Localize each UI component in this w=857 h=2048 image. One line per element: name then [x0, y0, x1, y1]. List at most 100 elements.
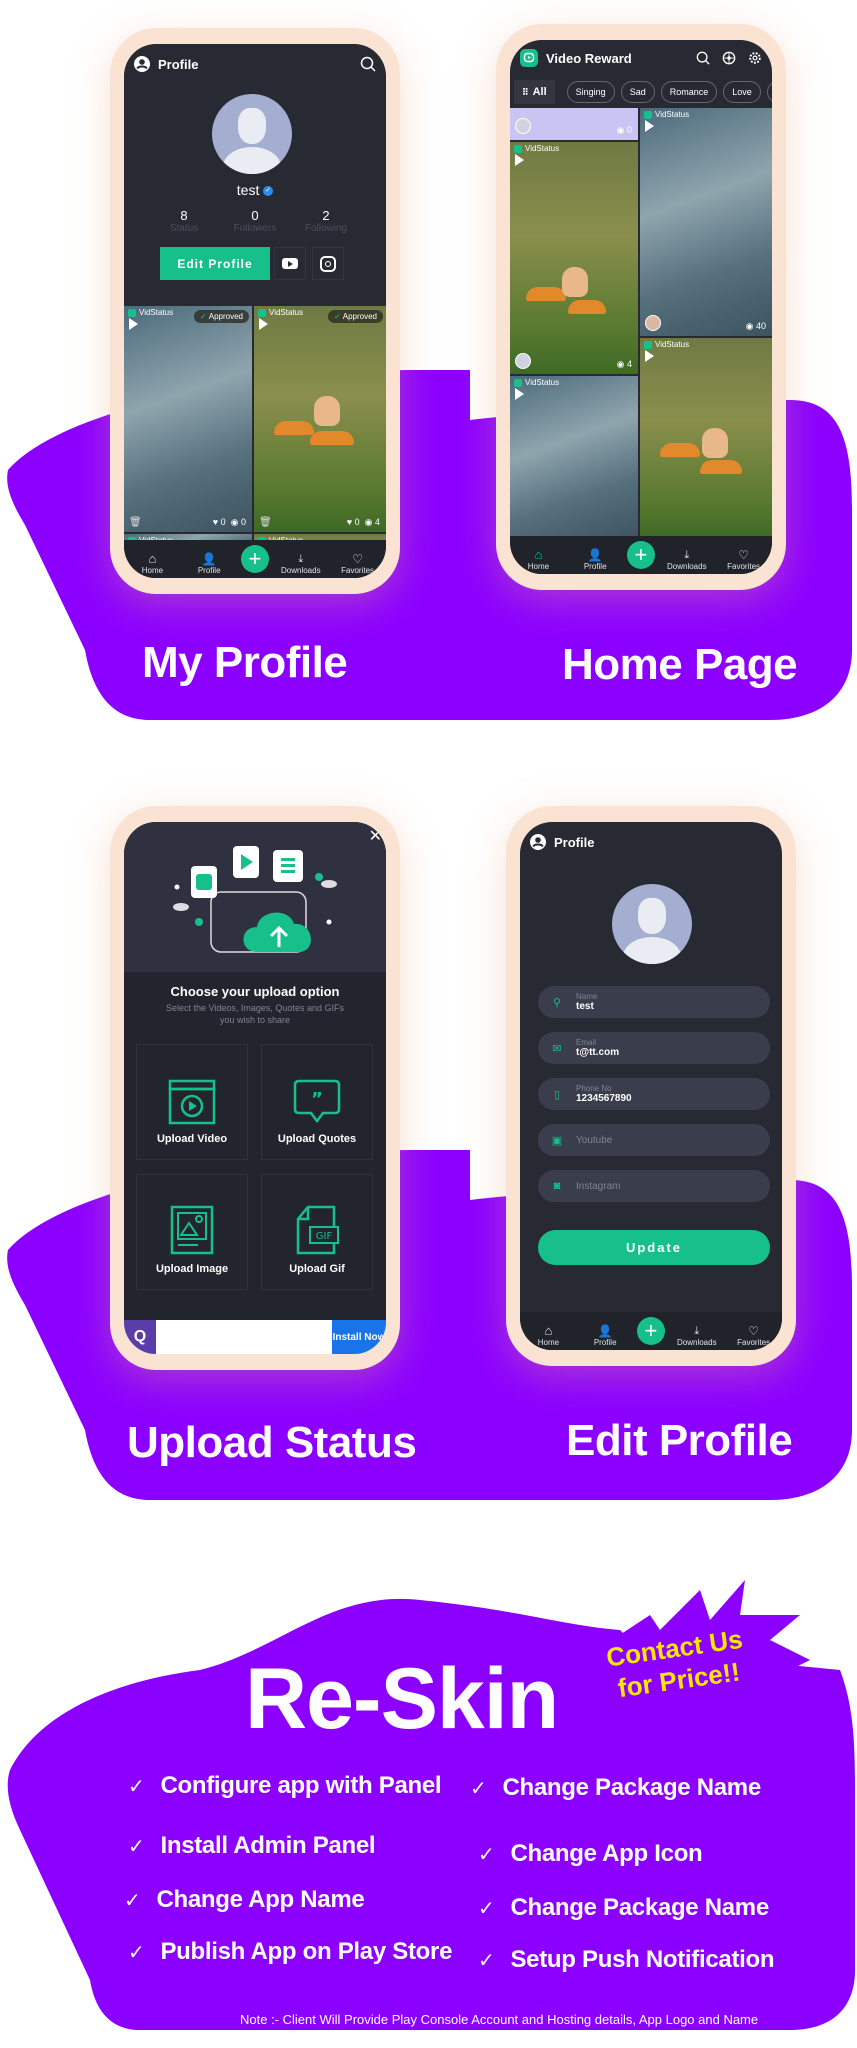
- view-count: ◉ 4: [616, 359, 632, 369]
- upload-gif-option[interactable]: GIF Upload Gif: [261, 1174, 373, 1290]
- youtube-icon: ▣: [551, 1134, 563, 1147]
- nav-downloads[interactable]: ⤓ Downloads: [662, 549, 712, 571]
- upload-illustration: ✕: [124, 822, 386, 972]
- close-icon[interactable]: ✕: [369, 826, 382, 846]
- phone-edit-profile: Profile ⚲ Name test ✉ Email t@tt.com ▯ Pho…: [506, 806, 796, 1366]
- home-screen: Video Reward ⠿ All Singing Sad Romance Lo…: [510, 40, 772, 574]
- upload-screen: ✕ Choose your upload option Select the V…: [124, 822, 386, 1354]
- category-all[interactable]: ⠿ All: [514, 80, 555, 104]
- image-icon: [170, 1205, 214, 1255]
- stat-followers[interactable]: 0 Followers: [225, 208, 285, 234]
- view-count: ◉ 4: [364, 517, 380, 527]
- add-status-button[interactable]: +: [626, 541, 655, 569]
- status-tile[interactable]: VidStatus ◉ 40: [640, 108, 772, 336]
- svg-text:”: ”: [311, 1089, 323, 1110]
- check-icon: ✓: [128, 1835, 145, 1858]
- person-icon: ⚲: [552, 996, 562, 1009]
- check-icon: ✓: [478, 1949, 495, 1972]
- nav-favorites[interactable]: ♡ Favorites: [719, 548, 769, 571]
- check-icon: ✓: [124, 1889, 141, 1912]
- downloads-icon: ⤓: [298, 553, 304, 565]
- phone-field[interactable]: ▯ Phone No 1234567890: [538, 1078, 770, 1110]
- search-icon[interactable]: [360, 56, 376, 72]
- home-topbar: Video Reward: [510, 40, 772, 76]
- bottom-nav: ⌂ Home 👤 Profile + ⤓ Downloads ♡ Favorites: [124, 540, 386, 578]
- heart-icon: ♡: [352, 552, 363, 566]
- view-count: ◉ 40: [745, 321, 766, 331]
- upload-subheading: Select the Videos, Images, Quotes and GI…: [166, 1003, 344, 1025]
- profile-icon: 👤: [597, 1324, 613, 1338]
- account-icon: [530, 834, 546, 850]
- instagram-icon: [320, 255, 336, 272]
- category-chip[interactable]: Sad: [620, 81, 655, 103]
- approved-badge: ✓Approved: [328, 310, 383, 323]
- youtube-field[interactable]: ▣ Youtube: [538, 1124, 770, 1156]
- name-field[interactable]: ⚲ Name test: [538, 986, 770, 1018]
- trash-icon[interactable]: 🗑: [129, 517, 142, 528]
- nav-profile[interactable]: 👤 Profile: [580, 1324, 630, 1347]
- feature-item: ✓ Publish App on Play Store: [128, 1938, 453, 1965]
- youtube-button[interactable]: [274, 247, 306, 280]
- nav-downloads[interactable]: ⤓ Downloads: [276, 553, 326, 575]
- status-tile[interactable]: ◉ 0: [510, 108, 638, 140]
- ad-banner[interactable]: Q Install Now: [124, 1320, 386, 1354]
- category-chip[interactable]: In: [766, 81, 772, 103]
- search-icon[interactable]: [696, 51, 710, 65]
- like-count: ♥ 0: [346, 517, 360, 527]
- app-title: Video Reward: [546, 50, 632, 66]
- profile-icon: 👤: [201, 552, 217, 566]
- nav-home[interactable]: ⌂ Home: [513, 547, 563, 571]
- status-tile[interactable]: VidStatus ◉ 4: [510, 142, 638, 374]
- add-status-button[interactable]: +: [636, 1317, 665, 1345]
- category-bar: ⠿All Singing Sad Romance Love In: [510, 78, 772, 106]
- video-icon: [168, 1079, 216, 1125]
- stat-status[interactable]: 8 Status: [154, 208, 214, 234]
- edit-profile-topbar: Profile: [520, 822, 782, 862]
- uploader-avatar: [645, 315, 661, 331]
- add-status-button[interactable]: +: [240, 545, 269, 573]
- upload-video-option[interactable]: Upload Video: [136, 1044, 248, 1160]
- check-icon: ✓: [128, 1941, 145, 1964]
- nav-favorites[interactable]: ♡ Favorites: [333, 552, 383, 575]
- edit-profile-button[interactable]: Edit Profile: [160, 247, 270, 280]
- instagram-button[interactable]: [312, 247, 344, 280]
- settings-gear-icon[interactable]: [748, 51, 762, 65]
- email-field[interactable]: ✉ Email t@tt.com: [538, 1032, 770, 1064]
- update-button[interactable]: Update: [538, 1230, 770, 1265]
- nav-downloads[interactable]: ⤓ Downloads: [672, 1325, 722, 1347]
- uploader-avatar: [515, 353, 531, 369]
- feature-item: ✓ Install Admin Panel: [128, 1832, 376, 1859]
- upload-quotes-option[interactable]: ” Upload Quotes: [261, 1044, 373, 1160]
- home-icon: ⌂: [148, 551, 157, 566]
- nav-profile[interactable]: 👤 Profile: [570, 548, 620, 571]
- nav-home[interactable]: ⌂ Home: [523, 1323, 573, 1347]
- avatar[interactable]: [612, 884, 692, 964]
- edit-profile-screen: Profile ⚲ Name test ✉ Email t@tt.com ▯ Pho…: [520, 822, 782, 1350]
- nav-favorites[interactable]: ♡ Favorites: [729, 1324, 779, 1347]
- instagram-field[interactable]: ◙ Instagram: [538, 1170, 770, 1202]
- feature-item: ✓ Change Package Name: [478, 1894, 769, 1921]
- app-logo-icon: [520, 49, 538, 67]
- label-home-page: Home Page: [562, 640, 798, 689]
- label-edit-profile: Edit Profile: [566, 1416, 793, 1465]
- status-tile[interactable]: VidStatus ✓ Approved 🗑 ♥ 0 ◉ 0: [124, 306, 252, 532]
- nav-profile[interactable]: 👤 Profile: [184, 552, 234, 575]
- reward-wheel-icon[interactable]: [722, 51, 736, 65]
- upload-image-option[interactable]: Upload Image: [136, 1174, 248, 1290]
- nav-home[interactable]: ⌂ Home: [127, 551, 177, 575]
- status-tile[interactable]: VidStatus ✓ Approved 🗑 ♥ 0 ◉ 4: [254, 306, 386, 532]
- category-chip[interactable]: Love: [723, 81, 761, 103]
- heart-icon: ♡: [738, 548, 749, 562]
- avatar[interactable]: [212, 94, 292, 174]
- trash-icon[interactable]: 🗑: [259, 517, 272, 528]
- phone-home: Video Reward ⠿ All Singing Sad Romance Lo…: [496, 24, 786, 590]
- install-now-button[interactable]: Install Now: [332, 1320, 386, 1354]
- play-icon: [515, 154, 524, 166]
- category-chip[interactable]: Romance: [660, 81, 718, 103]
- status-tile[interactable]: VidStatus: [640, 338, 772, 540]
- stat-following[interactable]: 2 Following: [296, 208, 356, 234]
- gif-icon: GIF: [296, 1205, 339, 1255]
- category-chip[interactable]: Singing: [566, 81, 615, 103]
- home-icon: ⌂: [534, 547, 543, 562]
- status-tile[interactable]: VidStatus: [510, 376, 638, 540]
